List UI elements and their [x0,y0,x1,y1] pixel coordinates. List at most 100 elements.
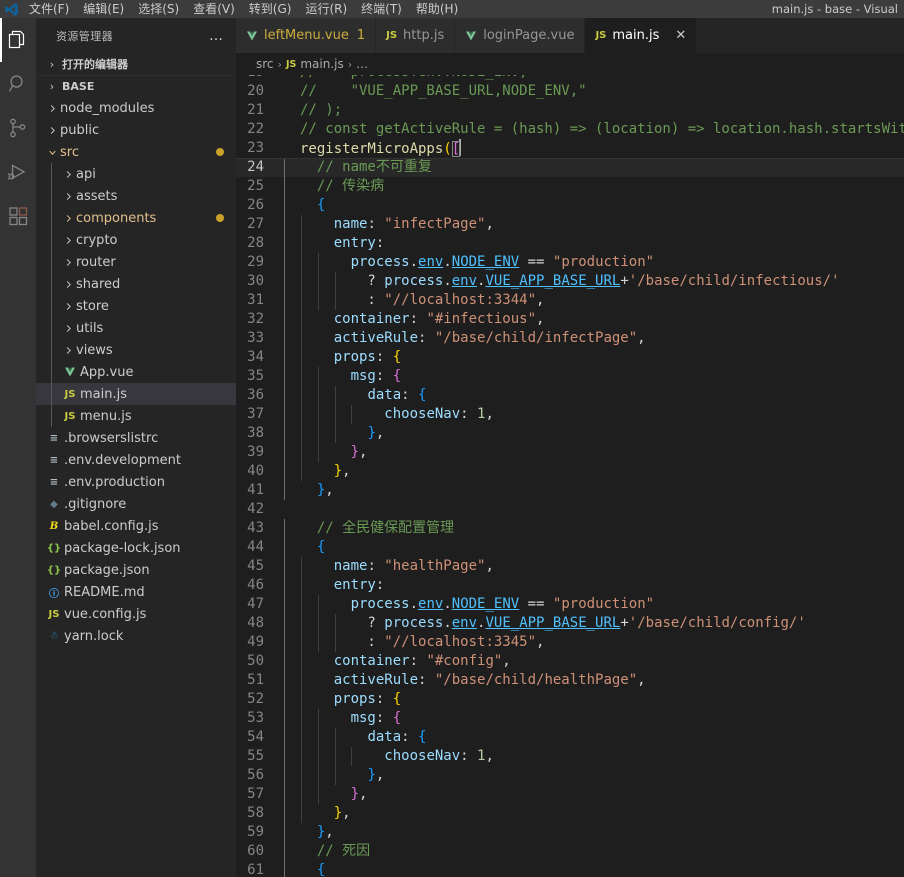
code-line[interactable]: 55 chooseNav: 1, [236,747,904,766]
tree-item-label: public [60,122,100,138]
tree-file-env-development[interactable]: ≡ .env.development [36,449,236,471]
section-open-editors[interactable]: › 打开的编辑器 [36,53,236,75]
code-line[interactable]: 19 // process.env.NODE_ENV, [236,75,904,82]
code-line[interactable]: 29 process.env.NODE_ENV == "production" [236,253,904,272]
tree-file-browserslistrc[interactable]: ≡ .browserslistrc [36,427,236,449]
menu-terminal[interactable]: 终端(T) [354,0,409,18]
code-line[interactable]: 38 }, [236,424,904,443]
menu-run[interactable]: 运行(R) [298,0,354,18]
code-line[interactable]: 50 container: "#config", [236,652,904,671]
activity-run-and-debug[interactable] [0,150,36,194]
code-line[interactable]: 54 data: { [236,728,904,747]
code-line[interactable]: 41 }, [236,481,904,500]
code-line[interactable]: 39 }, [236,443,904,462]
code-line[interactable]: 21 // ); [236,101,904,120]
file-tree[interactable]: › 打开的编辑器 › BASE node_modulespublic src api… [36,53,236,877]
code-line[interactable]: 46 entry: [236,576,904,595]
activity-source-control[interactable] [0,106,36,150]
tree-file-vue-config-js[interactable]: JS vue.config.js [36,603,236,625]
breadcrumb-folder[interactable]: src [256,57,274,71]
code-line[interactable]: 49 : "//localhost:3345", [236,633,904,652]
code-line[interactable]: 61 { [236,861,904,877]
code-line[interactable]: 42 [236,500,904,519]
code-line[interactable]: 44 { [236,538,904,557]
tree-folder-crypto[interactable]: crypto [36,229,236,251]
tree-file-package-json[interactable]: {} package.json [36,559,236,581]
menu-go[interactable]: 转到(G) [242,0,299,18]
tree-file-env-production[interactable]: ≡ .env.production [36,471,236,493]
tree-folder-node-modules[interactable]: node_modules [36,97,236,119]
tree-file-yarn-lock[interactable]: ☃ yarn.lock [36,625,236,647]
sidebar-more-actions-icon[interactable]: … [209,29,228,43]
code-line[interactable]: 30 ? process.env.VUE_APP_BASE_URL+'/base… [236,272,904,291]
tree-folder-src[interactable]: src [36,141,236,163]
code-line[interactable]: 23 registerMicroApps([ [236,139,904,158]
code-line[interactable]: 56 }, [236,766,904,785]
code-indent-guide [300,652,302,671]
tab-loginpage-vue[interactable]: loginPage.vue [455,18,586,53]
breadcrumb-file[interactable]: main.js [300,57,343,71]
tree-folder-assets[interactable]: assets [36,185,236,207]
tree-file-package-lock-json[interactable]: {} package-lock.json [36,537,236,559]
tab-http-js[interactable]: JS http.js [376,18,456,53]
code-line-text: // process.env.NODE_ENV, [284,75,528,82]
code-line[interactable]: 51 activeRule: "/base/child/healthPage", [236,671,904,690]
code-line[interactable]: 58 }, [236,804,904,823]
tree-folder-shared[interactable]: shared [36,273,236,295]
tree-file-gitignore[interactable]: ◆ .gitignore [36,493,236,515]
code-line[interactable]: 32 container: "#infectious", [236,310,904,329]
tree-file-readme-md[interactable]: ⓘ README.md [36,581,236,603]
code-line[interactable]: 53 msg: { [236,709,904,728]
section-workspace[interactable]: › BASE [36,75,236,97]
menu-view[interactable]: 查看(V) [186,0,242,18]
activity-extensions[interactable] [0,194,36,238]
tree-folder-store[interactable]: store [36,295,236,317]
code-line[interactable]: 34 props: { [236,348,904,367]
code-line[interactable]: 37 chooseNav: 1, [236,405,904,424]
code-line[interactable]: 47 process.env.NODE_ENV == "production" [236,595,904,614]
code-line[interactable]: 43 // 全民健保配置管理 [236,519,904,538]
menu-bar[interactable]: 文件(F) 编辑(E) 选择(S) 查看(V) 转到(G) 运行(R) 终端(T… [22,0,465,18]
menu-selection[interactable]: 选择(S) [131,0,186,18]
tree-folder-components[interactable]: components [36,207,236,229]
menu-edit[interactable]: 编辑(E) [76,0,131,18]
code-editor[interactable]: 19 // process.env.NODE_ENV, 20 // "VUE_APP_… [236,75,904,877]
tab-leftmenu-vue[interactable]: leftMenu.vue 1 [236,18,377,53]
breadcrumb-more[interactable]: … [356,57,368,71]
tree-folder-router[interactable]: router [36,251,236,273]
code-line[interactable]: 57 }, [236,785,904,804]
tree-folder-api[interactable]: api [36,163,236,185]
code-line[interactable]: 26 { [236,196,904,215]
code-line[interactable]: 35 msg: { [236,367,904,386]
breadcrumb[interactable]: src › JS main.js › … [236,53,904,75]
tree-folder-utils[interactable]: utils [36,317,236,339]
code-line[interactable]: 20 // "VUE_APP_BASE_URL,NODE_ENV," [236,82,904,101]
code-line[interactable]: 28 entry: [236,234,904,253]
code-line[interactable]: 22 // const getActiveRule = (hash) => (lo… [236,120,904,139]
tree-folder-views[interactable]: views [36,339,236,361]
code-line[interactable]: 27 name: "infectPage", [236,215,904,234]
menu-file[interactable]: 文件(F) [22,0,76,18]
tree-file-menu-js[interactable]: JS menu.js [36,405,236,427]
code-line[interactable]: 40 }, [236,462,904,481]
code-indent-guide [284,595,285,614]
tree-file-main-js[interactable]: JS main.js [36,383,236,405]
code-line[interactable]: 36 data: { [236,386,904,405]
code-line[interactable]: 33 activeRule: "/base/child/infectPage", [236,329,904,348]
activity-explorer[interactable] [0,18,36,62]
code-line[interactable]: 60 // 死因 [236,842,904,861]
code-line[interactable]: 52 props: { [236,690,904,709]
activity-search[interactable] [0,62,36,106]
code-line[interactable]: 45 name: "healthPage", [236,557,904,576]
code-line[interactable]: 24 // name不可重复 [236,158,904,177]
tab-main-js[interactable]: JS main.js ✕ [585,18,698,53]
code-line[interactable]: 59 }, [236,823,904,842]
close-icon[interactable]: ✕ [675,29,686,42]
tree-folder-public[interactable]: public [36,119,236,141]
code-line[interactable]: 31 : "//localhost:3344", [236,291,904,310]
tree-file-app-vue[interactable]: App.vue [36,361,236,383]
code-line[interactable]: 25 // 传染病 [236,177,904,196]
tree-file-babel-config-js[interactable]: Bbabel.config.js [36,515,236,537]
code-line[interactable]: 48 ? process.env.VUE_APP_BASE_URL+'/base… [236,614,904,633]
menu-help[interactable]: 帮助(H) [409,0,465,18]
